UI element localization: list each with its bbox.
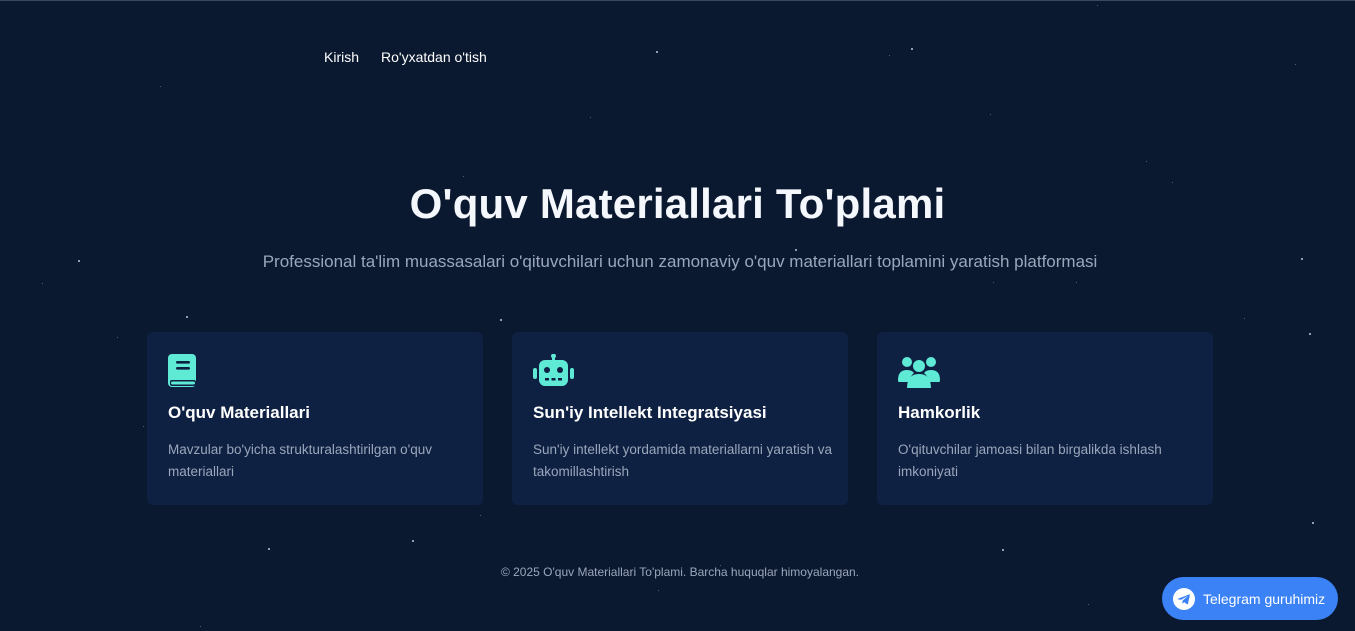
feature-card-materials: O'quv Materiallari Mavzular bo'yicha str… <box>147 332 483 505</box>
star <box>42 283 43 284</box>
star <box>463 176 464 177</box>
star <box>500 319 502 321</box>
star <box>160 86 161 87</box>
star <box>186 316 188 318</box>
star <box>412 540 414 542</box>
feature-title: Sun'iy Intellekt Integratsiyasi <box>533 403 767 422</box>
star <box>1097 5 1098 6</box>
star <box>911 48 913 50</box>
feature-card-collaboration: Hamkorlik O'qituvchilar jamoasi bilan bi… <box>877 332 1213 505</box>
page-title: O'quv Materiallari To'plami <box>409 180 946 227</box>
feature-card-ai: Sun'iy Intellekt Integratsiyasi Sun'iy i… <box>512 332 848 505</box>
telegram-group-button[interactable]: Telegram guruhimiz <box>1162 577 1338 620</box>
star <box>993 282 994 283</box>
top-nav: Kirish Ro'yxatdan o'tish <box>324 49 487 65</box>
feature-description: O'qituvchilar jamoasi bilan birgalikda i… <box>898 442 1162 479</box>
footer-copyright: © 2025 O'quv Materiallari To'plami. Barc… <box>500 565 860 579</box>
star <box>1076 282 1077 283</box>
feature-description: Mavzular bo'yicha strukturalashtirilgan … <box>168 442 433 479</box>
star <box>1088 604 1089 605</box>
star <box>480 515 481 516</box>
star <box>200 626 201 627</box>
users-icon <box>898 357 940 388</box>
star <box>990 114 991 115</box>
feature-title: Hamkorlik <box>898 403 981 422</box>
star <box>590 117 591 118</box>
login-link[interactable]: Kirish <box>324 49 359 65</box>
register-link[interactable]: Ro'yxatdan o'tish <box>381 49 487 65</box>
star <box>658 590 659 591</box>
star <box>143 426 144 427</box>
star <box>1146 161 1147 162</box>
window-top-border <box>0 0 1355 1</box>
star <box>656 51 658 53</box>
hero-subtitle: Professional ta'lim muassasalari o'qituv… <box>262 252 1098 271</box>
robot-icon <box>533 354 574 386</box>
feature-description: Sun'iy intellekt yordamida materiallarni… <box>533 442 832 479</box>
star <box>1244 318 1245 319</box>
star <box>268 548 270 550</box>
star <box>1002 549 1004 551</box>
starfield-background <box>0 0 1355 631</box>
telegram-icon <box>1173 587 1195 610</box>
star <box>889 55 890 56</box>
telegram-button-label: Telegram guruhimiz <box>1203 590 1326 607</box>
star <box>795 249 797 251</box>
feature-title: O'quv Materiallari <box>168 403 310 422</box>
star <box>1309 333 1311 335</box>
star <box>1295 64 1296 65</box>
book-icon <box>168 354 196 387</box>
star <box>1312 522 1314 524</box>
star <box>117 337 118 338</box>
